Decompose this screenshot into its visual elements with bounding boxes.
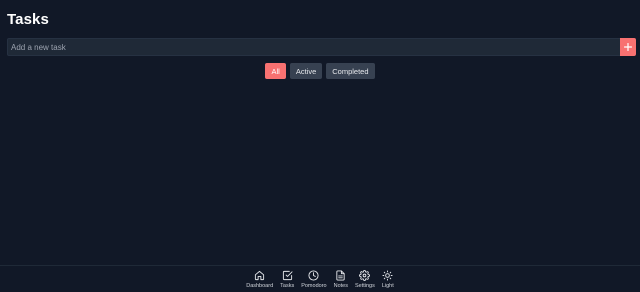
nav-item-tasks[interactable]: Tasks bbox=[277, 270, 298, 289]
add-task-button[interactable] bbox=[620, 38, 636, 56]
gear-icon bbox=[359, 270, 371, 281]
plus-icon bbox=[624, 43, 632, 51]
nav-item-theme-toggle[interactable]: Light bbox=[378, 270, 397, 289]
checkbox-icon bbox=[282, 270, 293, 281]
home-icon bbox=[254, 270, 265, 281]
nav-label-light: Light bbox=[381, 283, 394, 289]
add-task-form bbox=[7, 38, 636, 56]
nav-item-pomodoro[interactable]: Pomodoro bbox=[298, 270, 330, 289]
nav-label-tasks: Tasks bbox=[280, 283, 295, 289]
bottom-nav: Dashboard Tasks Pomodoro Notes Settings … bbox=[0, 265, 640, 292]
nav-label-pomodoro: Pomodoro bbox=[301, 283, 327, 289]
filter-all-button[interactable]: All bbox=[265, 63, 286, 79]
sun-icon bbox=[382, 270, 393, 281]
page-title: Tasks bbox=[7, 11, 49, 28]
filter-completed-button[interactable]: Completed bbox=[326, 63, 375, 79]
nav-item-settings[interactable]: Settings bbox=[351, 270, 378, 289]
nav-label-settings: Settings bbox=[354, 283, 375, 289]
nav-item-dashboard[interactable]: Dashboard bbox=[243, 270, 277, 289]
new-task-input[interactable] bbox=[7, 38, 620, 56]
nav-item-notes[interactable]: Notes bbox=[330, 270, 351, 289]
nav-label-notes: Notes bbox=[333, 283, 348, 289]
document-icon bbox=[335, 270, 346, 281]
nav-label-dashboard: Dashboard bbox=[246, 283, 274, 289]
tasks-page: Tasks All Active Completed Dashboard bbox=[0, 0, 640, 292]
filter-active-button[interactable]: Active bbox=[289, 63, 323, 79]
clock-icon bbox=[308, 270, 319, 281]
task-filters: All Active Completed bbox=[0, 63, 640, 79]
